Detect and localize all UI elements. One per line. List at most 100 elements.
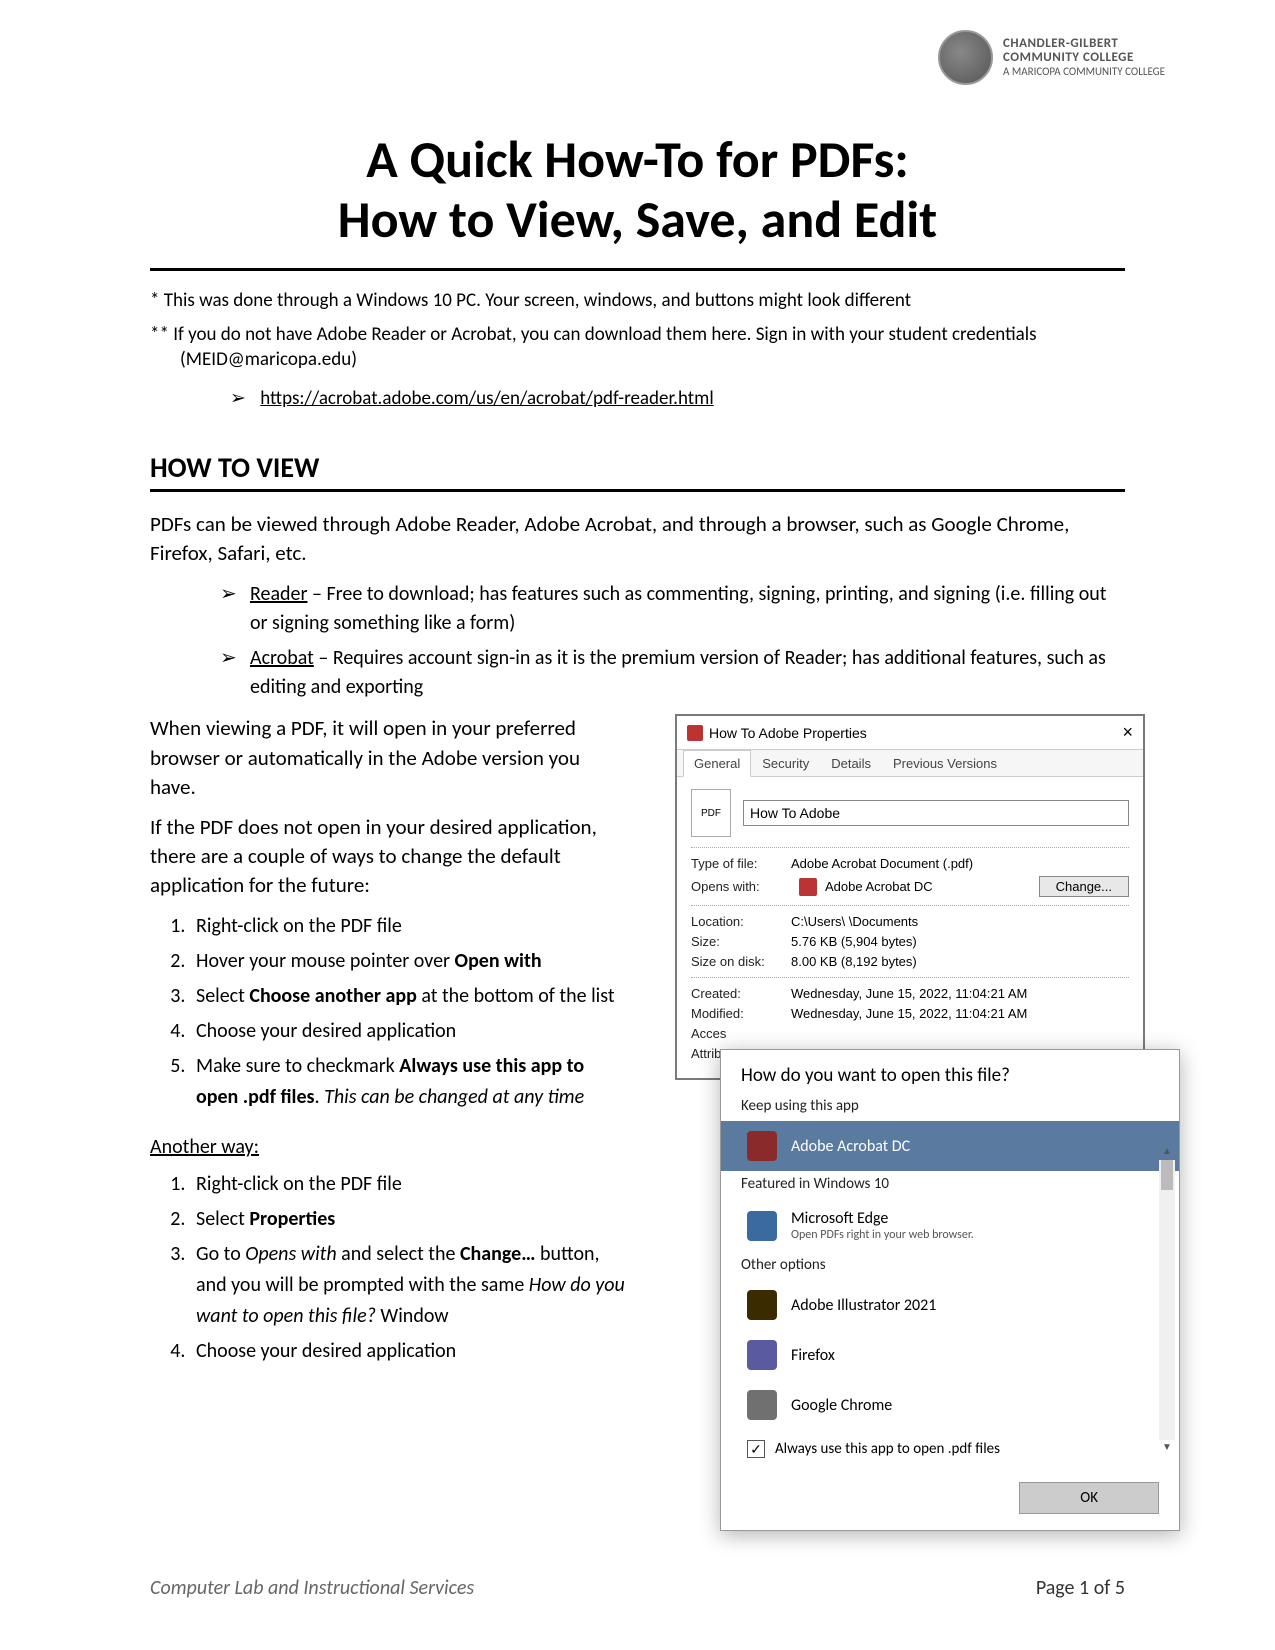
note-1: * This was done through a Windows 10 PC.…	[150, 289, 1125, 314]
illustrator-app-icon	[747, 1290, 777, 1320]
open-with-item-edge-label: Microsoft Edge	[791, 1209, 888, 1228]
always-use-label: Always use this app to open .pdf files	[775, 1440, 1000, 1458]
location-value: C:\Users\ \Documents	[791, 914, 1129, 929]
footer-left: Computer Lab and Instructional Services	[150, 1576, 474, 1600]
type-of-file-value: Adobe Acrobat Document (.pdf)	[791, 856, 1129, 871]
open-with-other: Other options	[721, 1252, 1179, 1280]
two-column-area: When viewing a PDF, it will open in your…	[150, 714, 1125, 1366]
step-4: Choose your desired application	[190, 1016, 630, 1047]
another-way-heading: Another way:	[150, 1135, 630, 1159]
org-line2: COMMUNITY COLLEGE	[1003, 51, 1165, 65]
accessed-label: Acces	[691, 1026, 791, 1041]
viewer-reader-text: – Free to download; has features such as…	[250, 582, 1107, 635]
title-line1: A Quick How-To for PDFs:	[366, 127, 909, 191]
location-label: Location:	[691, 914, 791, 929]
created-value: Wednesday, June 15, 2022, 11:04:21 AM	[791, 986, 1129, 1001]
download-link-line: https://acrobat.adobe.com/us/en/acrobat/…	[230, 387, 1125, 410]
open-with-item-firefox-label: Firefox	[791, 1346, 835, 1365]
viewer-acrobat-text: – Requires account sign-in as it is the …	[250, 646, 1106, 699]
note-2b: (MEID@maricopa.edu)	[180, 348, 1125, 373]
filename-input[interactable]	[743, 800, 1129, 826]
modified-label: Modified:	[691, 1006, 791, 1021]
step-5: Make sure to checkmark Always use this a…	[190, 1051, 630, 1113]
section-rule	[150, 489, 1125, 492]
steps-list-2: Right-click on the PDF file Select Prope…	[190, 1169, 630, 1367]
scrollbar[interactable]: ▲ ▼	[1159, 1160, 1175, 1440]
properties-title-text: How To Adobe Properties	[709, 725, 867, 741]
checkbox-icon[interactable]: ✓	[747, 1440, 765, 1458]
org-logo-icon	[938, 30, 993, 85]
type-of-file-label: Type of file:	[691, 856, 791, 871]
org-text: CHANDLER-GILBERT COMMUNITY COLLEGE A MAR…	[1003, 37, 1165, 78]
tab-security[interactable]: Security	[751, 750, 820, 776]
paragraph-preferred: When viewing a PDF, it will open in your…	[150, 714, 630, 802]
edge-app-icon	[747, 1211, 777, 1241]
step2-4: Choose your desired application	[190, 1336, 630, 1367]
note-2a: ** If you do not have Adobe Reader or Ac…	[150, 323, 1037, 346]
viewer-list: Reader – Free to download; has features …	[220, 580, 1125, 702]
step2-1: Right-click on the PDF file	[190, 1169, 630, 1200]
size-on-disk-label: Size on disk:	[691, 954, 791, 969]
scroll-thumb[interactable]	[1161, 1160, 1173, 1190]
page-title: A Quick How-To for PDFs: How to View, Sa…	[150, 130, 1125, 250]
change-button[interactable]: Change...	[1039, 876, 1129, 897]
download-link[interactable]: https://acrobat.adobe.com/us/en/acrobat/…	[260, 387, 713, 410]
opens-with-label: Opens with:	[691, 879, 791, 894]
open-with-item-acrobat-label: Adobe Acrobat DC	[791, 1137, 910, 1156]
always-use-checkbox-row[interactable]: ✓ Always use this app to open .pdf files	[721, 1430, 1179, 1472]
steps-list-1: Right-click on the PDF file Hover your m…	[190, 911, 630, 1113]
firefox-app-icon	[747, 1340, 777, 1370]
viewer-acrobat: Acrobat – Requires account sign-in as it…	[220, 644, 1125, 702]
open-with-item-acrobat[interactable]: Adobe Acrobat DC	[721, 1121, 1179, 1171]
open-with-item-illustrator-label: Adobe Illustrator 2021	[791, 1296, 936, 1315]
step-1: Right-click on the PDF file	[190, 911, 630, 942]
viewer-reader: Reader – Free to download; has features …	[220, 580, 1125, 638]
note-2: ** If you do not have Adobe Reader or Ac…	[150, 323, 1125, 372]
properties-body: PDF Type of file:Adobe Acrobat Document …	[677, 777, 1143, 1078]
step2-3: Go to Opens with and select the Change… …	[190, 1239, 630, 1332]
org-line1: CHANDLER-GILBERT	[1003, 37, 1165, 51]
pdf-file-icon	[687, 725, 703, 741]
open-with-keep: Keep using this app	[721, 1093, 1179, 1121]
tab-general[interactable]: General	[683, 750, 751, 777]
size-on-disk-value: 8.00 KB (8,192 bytes)	[791, 954, 1129, 969]
opens-with-value: Adobe Acrobat DC	[825, 879, 933, 894]
created-label: Created:	[691, 986, 791, 1001]
ok-button[interactable]: OK	[1019, 1482, 1159, 1514]
paragraph-default-app: If the PDF does not open in your desired…	[150, 813, 630, 901]
open-with-dialog: How do you want to open this file? Keep …	[720, 1049, 1180, 1531]
tab-details[interactable]: Details	[820, 750, 882, 776]
title-rule	[150, 268, 1125, 271]
scroll-up-icon[interactable]: ▲	[1159, 1144, 1175, 1160]
org-header: CHANDLER-GILBERT COMMUNITY COLLEGE A MAR…	[938, 30, 1165, 85]
scroll-down-icon[interactable]: ▼	[1159, 1440, 1175, 1456]
close-icon[interactable]: ×	[1122, 722, 1133, 743]
tab-previous-versions[interactable]: Previous Versions	[882, 750, 1008, 776]
left-column: When viewing a PDF, it will open in your…	[150, 714, 630, 1366]
open-with-item-chrome[interactable]: Google Chrome	[721, 1380, 1179, 1430]
step-2: Hover your mouse pointer over Open with	[190, 946, 630, 977]
chrome-app-icon	[747, 1390, 777, 1420]
open-with-item-illustrator[interactable]: Adobe Illustrator 2021	[721, 1280, 1179, 1330]
org-line3: A MARICOPA COMMUNITY COLLEGE	[1003, 66, 1165, 78]
open-with-item-firefox[interactable]: Firefox	[721, 1330, 1179, 1380]
viewer-reader-label: Reader	[250, 582, 307, 606]
pdf-big-icon: PDF	[691, 789, 731, 837]
open-with-featured: Featured in Windows 10	[721, 1171, 1179, 1199]
modified-value: Wednesday, June 15, 2022, 11:04:21 AM	[791, 1006, 1129, 1021]
size-value: 5.76 KB (5,904 bytes)	[791, 934, 1129, 949]
footer-right: Page 1 of 5	[1036, 1576, 1125, 1600]
properties-titlebar: How To Adobe Properties ×	[677, 716, 1143, 750]
page-footer: Computer Lab and Instructional Services …	[150, 1576, 1125, 1600]
acrobat-app-icon	[747, 1131, 777, 1161]
title-line2: How to View, Save, and Edit	[338, 187, 937, 251]
intro-paragraph: PDFs can be viewed through Adobe Reader,…	[150, 510, 1125, 569]
section-how-to-view-heading: HOW TO VIEW	[150, 450, 1125, 485]
open-with-item-edge[interactable]: Microsoft Edge Open PDFs right in your w…	[721, 1199, 1179, 1252]
open-with-item-chrome-label: Google Chrome	[791, 1396, 892, 1415]
size-label: Size:	[691, 934, 791, 949]
acrobat-icon	[799, 878, 817, 896]
open-with-heading: How do you want to open this file?	[721, 1050, 1179, 1093]
step2-2: Select Properties	[190, 1204, 630, 1235]
properties-dialog: How To Adobe Properties × General Securi…	[675, 714, 1145, 1080]
